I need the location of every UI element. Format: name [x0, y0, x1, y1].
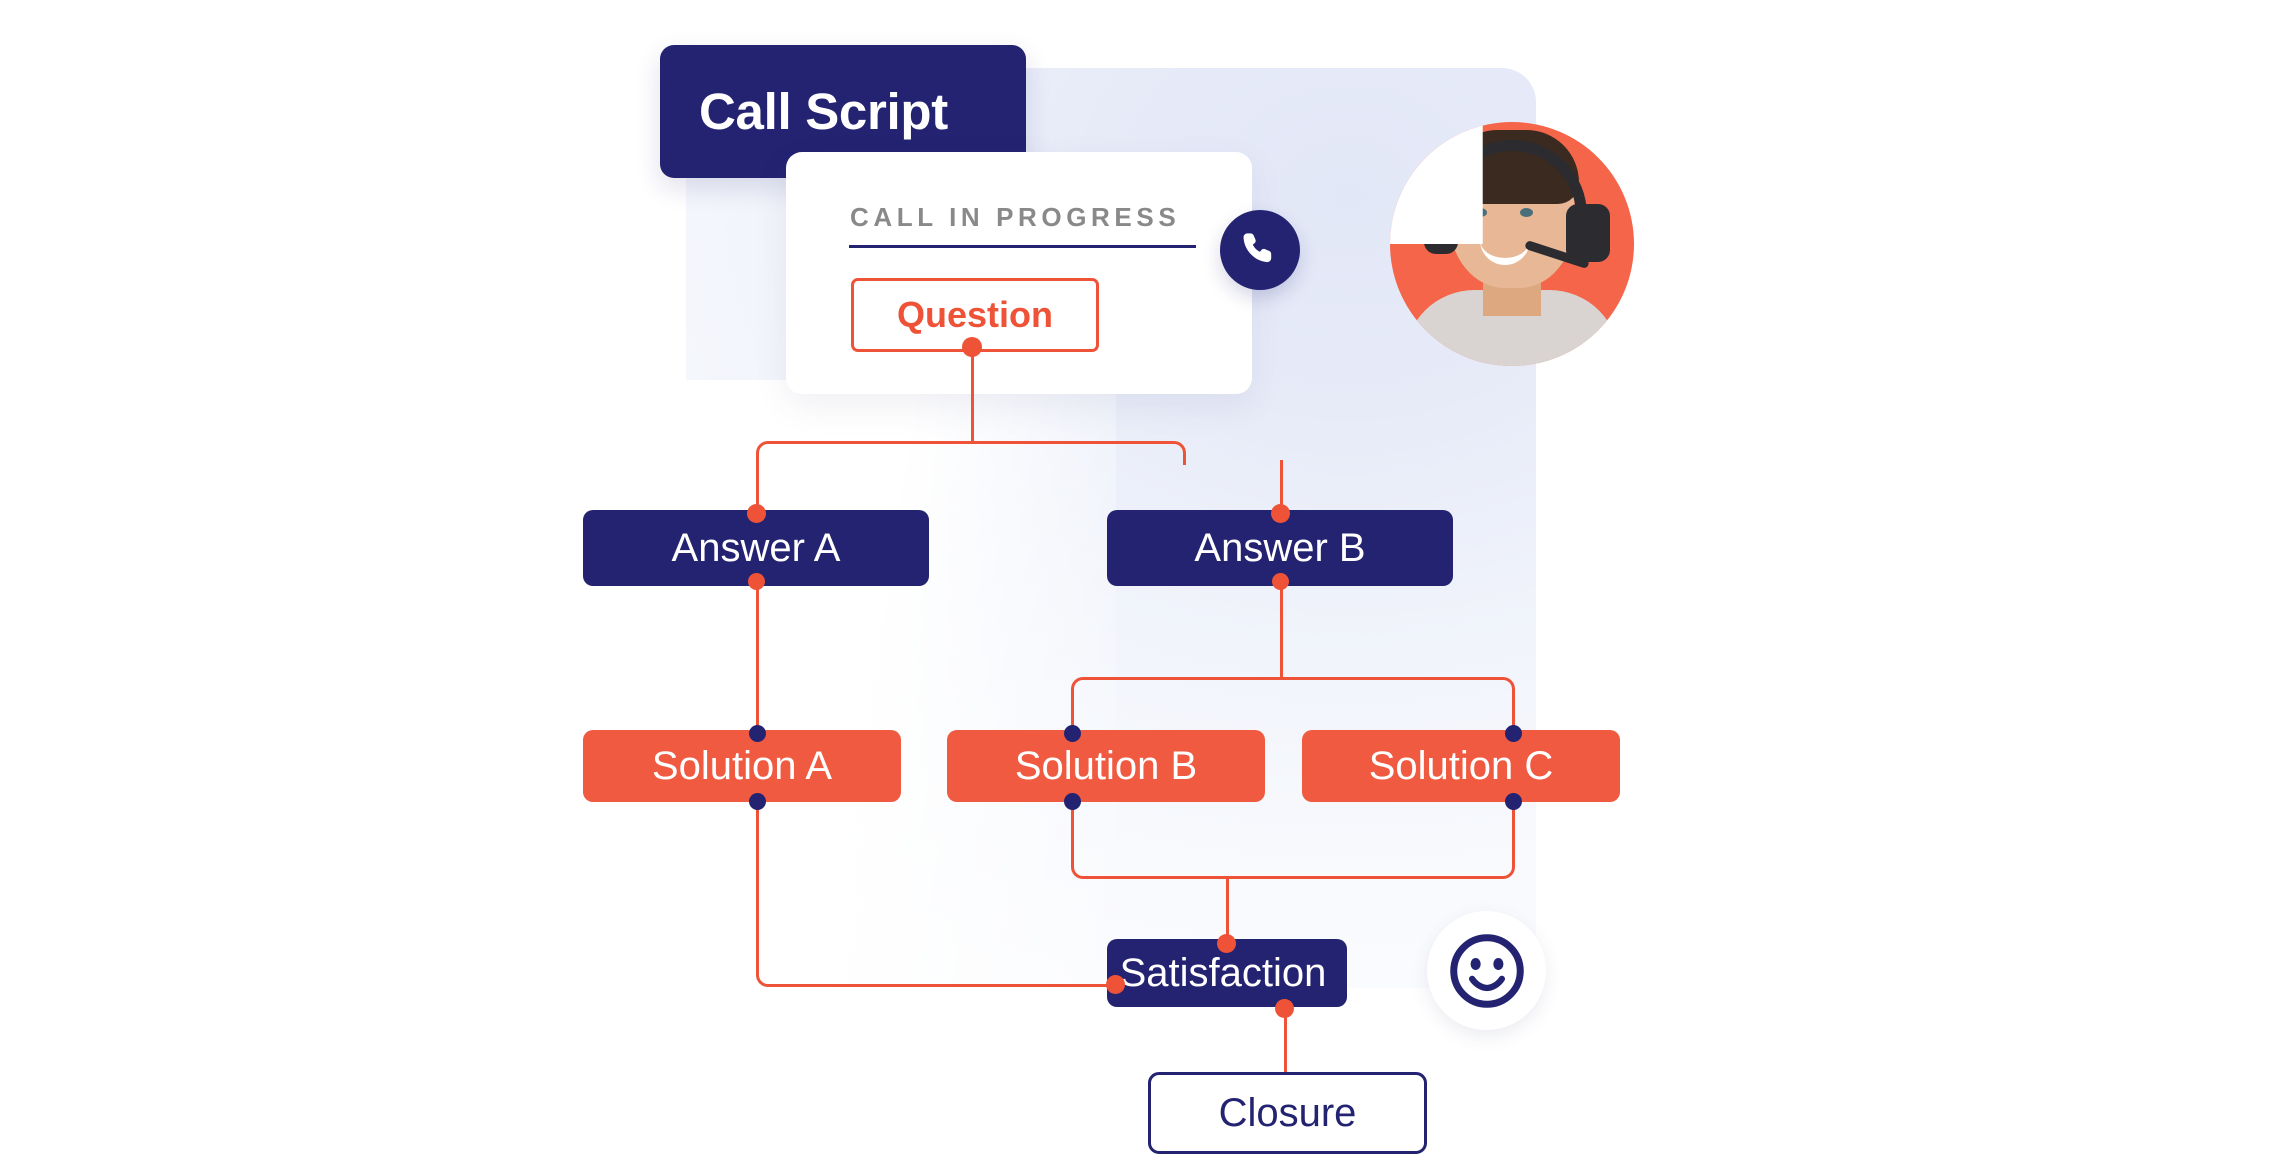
connector-dot-answer-a-bottom [748, 573, 765, 590]
connector-dot-solution-c-bottom [1505, 793, 1522, 810]
node-question-label: Question [896, 294, 1053, 335]
page-title: Call Script [699, 83, 948, 140]
connector-dot-solution-a-top [749, 725, 766, 742]
connector-dot-solution-c-top [1505, 725, 1522, 742]
connector-dot-solution-a-bottom [749, 793, 766, 810]
background-panel-highlight [686, 380, 1116, 988]
connector-dot-satisfaction-left [1106, 975, 1125, 994]
node-satisfaction-label: Satisfaction [1119, 951, 1327, 995]
node-solution-a[interactable]: Solution A [583, 730, 901, 802]
edge-merge-bus [1083, 876, 1503, 879]
edge-question-bus [768, 441, 1174, 444]
node-answer-b-label: Answer B [1194, 526, 1366, 570]
phone-icon[interactable] [1220, 210, 1300, 290]
connector-dot-satisfaction-top [1217, 934, 1236, 953]
connector-dot-answer-a-top [747, 504, 766, 523]
call-status-label: CALL IN PROGRESS [850, 202, 1181, 232]
connector-dot-answer-b-top [1271, 504, 1290, 523]
edge-answer-a-to-solution-a [756, 580, 759, 742]
node-solution-b[interactable]: Solution B [947, 730, 1265, 802]
connector-dot-satisfaction-bottom [1275, 999, 1294, 1018]
edge-question-elbow-left [756, 441, 780, 465]
connector-dot-solution-b-top [1064, 725, 1081, 742]
edge-answer-b-bus [1083, 677, 1503, 680]
edge-question-elbow-right [1162, 441, 1186, 465]
edge-question-stem [971, 346, 974, 442]
node-solution-c-label: Solution C [1368, 744, 1554, 788]
call-in-progress-card [786, 152, 1252, 394]
edge-answer-b-stem [1280, 580, 1283, 680]
node-answer-a-label: Answer A [671, 526, 841, 570]
edge-solution-a-to-satisfaction [768, 984, 1116, 987]
connector-dot-answer-b-bottom [1272, 573, 1289, 590]
node-solution-b-label: Solution B [1014, 744, 1198, 788]
node-solution-c[interactable]: Solution C [1302, 730, 1620, 802]
edge-answer-b-elbow-left [1071, 677, 1095, 701]
node-closure[interactable]: Closure [1148, 1072, 1427, 1154]
connector-dot-solution-b-bottom [1064, 793, 1081, 810]
headset-earcup-right [1566, 204, 1610, 262]
connector-dot-question-bottom [962, 337, 982, 357]
node-solution-a-label: Solution A [651, 744, 833, 788]
smiley-face-icon [1427, 911, 1546, 1030]
node-closure-label: Closure [1218, 1091, 1357, 1135]
edge-solution-a-drop [756, 800, 759, 968]
call-script-diagram: Call Script CALL IN PROGRESS Question An… [0, 0, 2284, 1175]
call-card-divider [849, 245, 1196, 248]
